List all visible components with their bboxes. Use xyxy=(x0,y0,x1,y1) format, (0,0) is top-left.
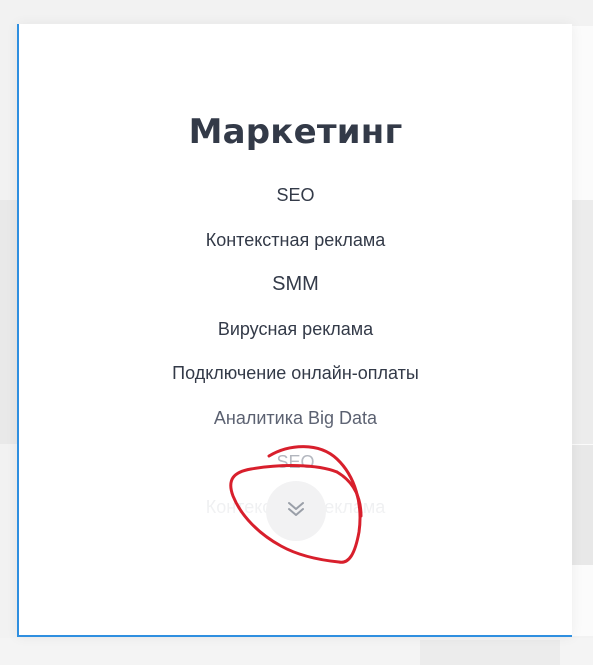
expand-list-button[interactable] xyxy=(266,481,326,541)
card-title: Маркетинг xyxy=(188,112,403,152)
service-item: Вирусная реклама xyxy=(217,318,374,339)
neighbor-card-left xyxy=(0,200,18,444)
service-item: Контекстная реклама xyxy=(205,229,386,250)
service-item: Подключение онлайн-оплаты xyxy=(172,363,419,383)
service-item: SEO xyxy=(276,185,315,205)
double-chevron-down-icon xyxy=(285,499,307,524)
service-item: SMM xyxy=(272,273,319,295)
neighbor-card-right-lower xyxy=(572,445,593,565)
neighbor-card-right-shade xyxy=(572,200,593,444)
service-item: Аналитика Big Data xyxy=(213,407,378,428)
neighbor-block-bottom xyxy=(420,640,560,665)
service-card-marketing: Маркетинг SEO Контекстная реклама SMM Ви… xyxy=(17,24,572,637)
